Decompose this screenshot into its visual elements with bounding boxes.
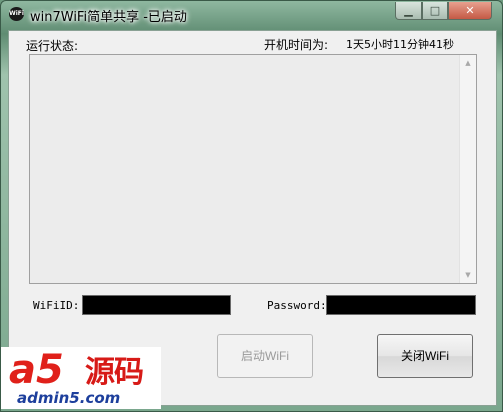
main-window: WiFi win7WiFi简单共享 -已启动 ▁ □ ✕ 运行状态: 开机时间为…: [0, 0, 503, 412]
uptime-label: 开机时间为:: [264, 38, 329, 52]
log-scrollbar[interactable]: ▲ ▼: [459, 55, 476, 283]
status-label: 运行状态:: [26, 39, 79, 53]
window-title: win7WiFi简单共享 -已启动: [30, 10, 187, 25]
wifi-app-icon: WiFi: [9, 7, 24, 21]
wifi-id-input[interactable]: [82, 295, 231, 315]
logo-source-text: 源码: [85, 355, 144, 390]
close-button[interactable]: ✕: [448, 2, 492, 20]
scroll-down-arrow-icon[interactable]: ▼: [460, 267, 476, 283]
password-input[interactable]: [326, 295, 476, 315]
close-icon: ✕: [465, 4, 475, 17]
password-label: Password:: [267, 299, 327, 312]
minimize-icon: ▁: [404, 4, 413, 17]
maximize-button[interactable]: □: [422, 2, 448, 20]
logo-a5-text: a5: [9, 347, 64, 393]
start-wifi-button[interactable]: 启动WiFi: [217, 334, 313, 378]
status-log-textarea[interactable]: ▲ ▼: [29, 54, 477, 284]
uptime-value: 1天5小时11分钟41秒: [346, 38, 454, 51]
logo-url-text: admin5.com: [17, 389, 121, 407]
minimize-button[interactable]: ▁: [395, 2, 422, 20]
stop-wifi-button[interactable]: 关闭WiFi: [377, 334, 473, 378]
title-bar[interactable]: WiFi win7WiFi简单共享 -已启动 ▁ □ ✕: [1, 1, 502, 27]
wifi-id-label: WiFiID:: [33, 299, 80, 312]
scroll-up-arrow-icon[interactable]: ▲: [460, 55, 476, 71]
admin5-watermark-logo: a5 源码 admin5.com: [1, 347, 161, 409]
maximize-icon: □: [429, 4, 441, 17]
